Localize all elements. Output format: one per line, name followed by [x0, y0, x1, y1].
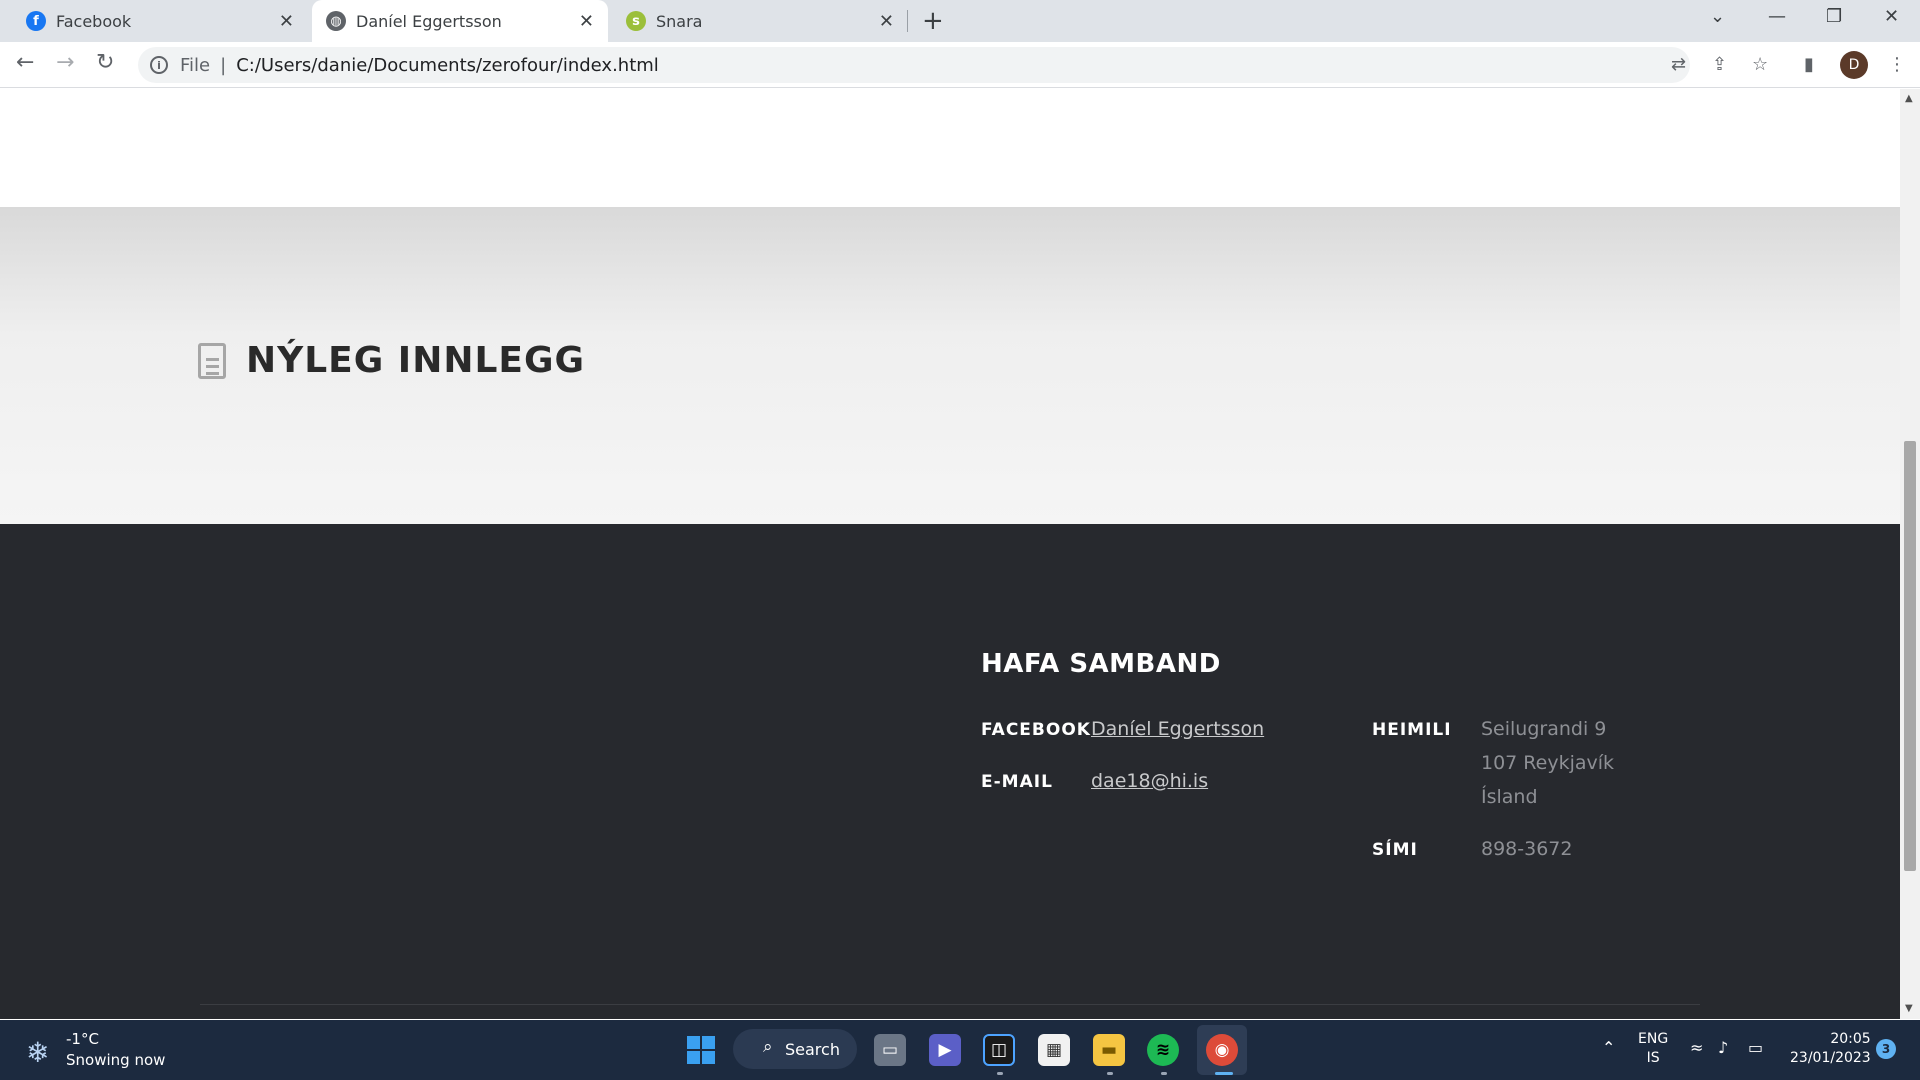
footer-divider [200, 1004, 1700, 1005]
active-app-indicator [1215, 1072, 1233, 1075]
notification-badge[interactable]: 3 [1876, 1039, 1896, 1059]
phone-value: 898-3672 [1481, 838, 1573, 860]
clock-date: 23/01/2023 [1790, 1050, 1871, 1066]
app-running-indicator [997, 1072, 1003, 1075]
site-info-icon[interactable]: i [150, 56, 168, 74]
close-tab-icon[interactable]: ✕ [279, 11, 294, 32]
tab-title: Facebook [56, 11, 132, 31]
scroll-up-arrow-icon[interactable]: ▲ [1905, 93, 1913, 104]
reload-icon[interactable]: ↻ [96, 50, 114, 75]
address-line-1: Seilugrandi 9 [1481, 718, 1607, 740]
side-panel-icon[interactable]: ▮ [1804, 54, 1814, 75]
facebook-link[interactable]: Daníel Eggertsson [1091, 718, 1264, 740]
footer: HAFA SAMBAND FACEBOOK Daníel Eggertsson … [0, 524, 1900, 1019]
address-divider: | [220, 54, 227, 76]
input-language-indicator[interactable]: ENG IS [1638, 1030, 1668, 1068]
task-view-icon[interactable]: ▭ [874, 1034, 906, 1066]
spotify-icon[interactable]: ≋ [1147, 1034, 1179, 1066]
address-label: HEIMILI [1372, 720, 1452, 740]
address-line-2: 107 Reykjavík [1481, 752, 1615, 774]
file-explorer-icon[interactable]: ▬ [1093, 1034, 1125, 1066]
profile-avatar[interactable]: D [1840, 51, 1868, 79]
snara-favicon-icon: s [626, 11, 646, 31]
microsoft-store-icon[interactable]: ▦ [1038, 1034, 1070, 1066]
volume-icon[interactable]: ♪ [1718, 1038, 1728, 1057]
search-icon: ⌕ [763, 1037, 773, 1057]
address-bar[interactable]: i File | C:/Users/danie/Documents/zerofo… [138, 47, 1690, 83]
browser-tab-strip: f Facebook ✕ ◍ Daníel Eggertsson ✕ s Sna… [0, 0, 1920, 42]
close-window-button[interactable]: ✕ [1884, 6, 1899, 27]
email-label: E-MAIL [981, 772, 1053, 792]
tab-separator [907, 10, 908, 32]
recent-posts-section: NÝLEG INNLEGG [0, 207, 1900, 524]
email-link[interactable]: dae18@hi.is [1091, 770, 1208, 792]
close-tab-icon[interactable]: ✕ [879, 11, 894, 32]
tab-search-chevron-icon[interactable]: ⌄ [1710, 6, 1725, 27]
back-arrow-icon[interactable]: ← [16, 50, 34, 75]
menu-kebab-icon[interactable]: ⋮ [1888, 54, 1906, 75]
system-clock[interactable]: 20:05 23/01/2023 [1790, 1030, 1871, 1068]
minimize-button[interactable]: — [1768, 6, 1786, 27]
forward-arrow-icon[interactable]: → [56, 50, 74, 75]
address-url: C:/Users/danie/Documents/zerofour/index.… [236, 54, 659, 76]
address-scheme: File [180, 54, 211, 76]
globe-favicon-icon: ◍ [326, 11, 346, 31]
address-line-3: Ísland [1481, 786, 1538, 808]
taskbar-search-button[interactable]: ⌕ Search [733, 1029, 857, 1069]
facebook-label: FACEBOOK [981, 720, 1091, 740]
scroll-thumb[interactable] [1904, 441, 1916, 871]
bookmark-star-icon[interactable]: ☆ [1752, 54, 1768, 75]
tab-facebook[interactable]: f Facebook ✕ [12, 0, 308, 42]
search-label: Search [785, 1039, 840, 1059]
windows-start-icon[interactable] [687, 1036, 715, 1064]
clock-time: 20:05 [1830, 1031, 1871, 1047]
browser-toolbar: ← → ↻ i File | C:/Users/danie/Documents/… [0, 42, 1920, 88]
share-icon[interactable]: ⇪ [1712, 54, 1727, 75]
tab-daniel-eggertsson[interactable]: ◍ Daníel Eggertsson ✕ [312, 0, 608, 42]
document-icon [198, 343, 226, 379]
page-scrollbar[interactable]: ▲ ▼ [1900, 89, 1920, 1019]
tab-title: Daníel Eggertsson [356, 11, 502, 31]
weather-description[interactable]: Snowing now [66, 1051, 165, 1069]
tab-title: Snara [656, 11, 703, 31]
close-tab-icon[interactable]: ✕ [579, 11, 594, 32]
page-viewport: NÝLEG INNLEGG HAFA SAMBAND FACEBOOK Daní… [0, 89, 1900, 1019]
scroll-down-arrow-icon[interactable]: ▼ [1905, 1003, 1913, 1014]
facebook-favicon-icon: f [26, 11, 46, 31]
tab-snara[interactable]: s Snara ✕ [612, 0, 908, 42]
keyboard-layout: IS [1646, 1050, 1660, 1066]
battery-icon[interactable]: ▭ [1748, 1038, 1763, 1057]
app-running-indicator [1107, 1072, 1113, 1075]
windows-taskbar: ❄ -1°C Snowing now ⌕ Search ▭ ▶ ◫ ▦ ▬ ≋ … [0, 1020, 1920, 1080]
chrome-icon[interactable]: ◉ [1206, 1034, 1238, 1066]
restore-button[interactable]: ❐ [1826, 6, 1842, 27]
phone-label: SÍMI [1372, 840, 1418, 860]
language-code: ENG [1638, 1031, 1669, 1047]
dev-app-icon[interactable]: ◫ [983, 1034, 1015, 1066]
wifi-icon[interactable]: ≈ [1690, 1038, 1703, 1057]
show-hidden-icons-chevron-icon[interactable]: ⌃ [1602, 1038, 1615, 1057]
snowflake-icon[interactable]: ❄ [26, 1036, 49, 1069]
section-title: NÝLEG INNLEGG [246, 340, 586, 381]
translate-icon[interactable]: ⇄ [1671, 54, 1686, 75]
weather-temperature[interactable]: -1°C [66, 1030, 99, 1048]
app-running-indicator [1161, 1072, 1167, 1075]
contact-heading: HAFA SAMBAND [981, 649, 1221, 679]
new-tab-button[interactable]: + [922, 6, 944, 36]
teams-chat-icon[interactable]: ▶ [929, 1034, 961, 1066]
